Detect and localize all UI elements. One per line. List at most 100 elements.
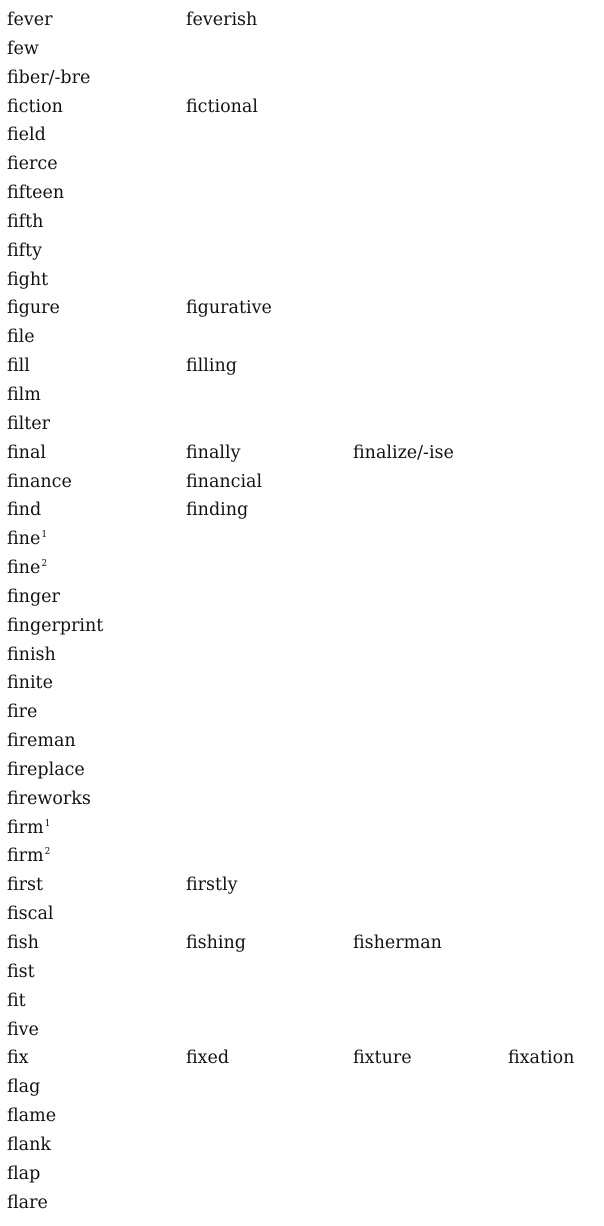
headword: fine1 (7, 525, 47, 557)
word-text: fever (7, 10, 53, 30)
word-row: flag (7, 1073, 604, 1102)
word-text: finding (186, 500, 249, 521)
word-text: finance (7, 471, 72, 492)
derived-word: financial (186, 468, 262, 497)
word-row: firm1 (7, 814, 604, 843)
homonym-number: 1 (41, 530, 48, 541)
word-text: fingerprint (7, 615, 104, 636)
word-row: fit (7, 987, 604, 1016)
headword: flare (7, 1189, 48, 1218)
word-row: fiction fictional (7, 93, 604, 122)
word-row: find finding (7, 496, 604, 525)
word-text: fixation (508, 1048, 575, 1069)
word-text: fifty (7, 240, 43, 261)
word-text: fist (7, 961, 35, 982)
headword: fierce (7, 150, 58, 179)
word-text: flame (7, 1106, 57, 1127)
word-text: fixture (353, 1048, 412, 1069)
word-row: fill filling (7, 352, 604, 381)
headword: final (7, 439, 46, 468)
word-text: fix (7, 1048, 29, 1069)
word-text: filter (7, 413, 51, 434)
headword: figure (7, 294, 60, 323)
headword: fever (7, 6, 52, 35)
derived-word: feverish (186, 6, 257, 35)
derived-word: firstly (186, 871, 238, 900)
word-text: fine (7, 529, 41, 550)
word-text: fireman (7, 731, 76, 752)
word-text: fish (7, 933, 39, 953)
word-row: firm2 (7, 842, 604, 871)
word-row: first firstly (7, 871, 604, 900)
word-text: flare (7, 1192, 48, 1213)
word-text: five (7, 1019, 39, 1040)
word-text: fire (7, 702, 38, 723)
derived-word: fixation (508, 1044, 574, 1073)
word-text: fight (7, 269, 49, 290)
headword: filter (7, 410, 50, 439)
word-text: fishing (186, 933, 246, 953)
word-row: few (7, 35, 604, 64)
word-text: finite (7, 673, 53, 694)
word-text: finalize/-ise (353, 442, 454, 463)
word-text: few (7, 38, 39, 59)
word-row: fingerprint (7, 612, 604, 641)
homonym-number: 1 (44, 818, 51, 829)
headword: first (7, 871, 43, 900)
derived-word: figurative (186, 294, 272, 323)
derived-word: fixture (353, 1044, 412, 1073)
word-row: fireman (7, 727, 604, 756)
headword: fish (7, 929, 39, 958)
word-text: fireworks (7, 788, 91, 809)
word-row: flame (7, 1102, 604, 1131)
word-text: final (7, 442, 46, 463)
word-row: fix fixed fixture fixation (7, 1044, 604, 1073)
word-row: flank (7, 1131, 604, 1160)
headword: flap (7, 1160, 40, 1189)
headword: find (7, 496, 41, 525)
headword: five (7, 1016, 39, 1045)
word-text: firstly (186, 875, 238, 896)
word-row: filter (7, 410, 604, 439)
word-text: flag (7, 1077, 41, 1098)
word-text: figurative (186, 298, 272, 319)
word-row: final finally finalize/-ise (7, 439, 604, 468)
word-row: fine1 (7, 525, 604, 554)
word-text: find (7, 500, 42, 521)
word-row: fierce (7, 150, 604, 179)
word-text: fill (7, 356, 30, 377)
word-text: feverish (186, 10, 258, 30)
headword: fight (7, 266, 48, 295)
word-text: fictional (186, 96, 258, 117)
derived-word: fishing (186, 929, 246, 958)
word-row: file (7, 323, 604, 352)
headword: fit (7, 987, 26, 1016)
headword: firm1 (7, 814, 50, 846)
headword: finite (7, 669, 53, 698)
word-row: finance financial (7, 468, 604, 497)
headword: finance (7, 468, 72, 497)
word-row: finger (7, 583, 604, 612)
word-row: fifteen (7, 179, 604, 208)
headword: fifth (7, 208, 43, 237)
word-text: figure (7, 298, 60, 319)
word-list: fever feverish few fiber/-bre fiction fiction… (7, 6, 604, 1217)
headword: finish (7, 641, 56, 670)
word-row: fever feverish (7, 6, 604, 35)
headword: fifty (7, 237, 42, 266)
headword: fireworks (7, 785, 91, 814)
headword: fireman (7, 727, 76, 756)
word-text: fisherman (353, 933, 442, 953)
derived-word: finding (186, 496, 248, 525)
word-row: fireworks (7, 785, 604, 814)
headword: fiction (7, 93, 63, 122)
word-row: fine2 (7, 554, 604, 583)
word-text: firm (7, 846, 44, 867)
word-text: financial (186, 471, 263, 492)
derived-word: fisherman (353, 929, 442, 958)
word-text: first (7, 875, 44, 896)
homonym-number: 2 (44, 847, 51, 858)
word-text: flank (7, 1134, 51, 1155)
derived-word: finally (186, 439, 240, 468)
word-text: fierce (7, 154, 58, 175)
